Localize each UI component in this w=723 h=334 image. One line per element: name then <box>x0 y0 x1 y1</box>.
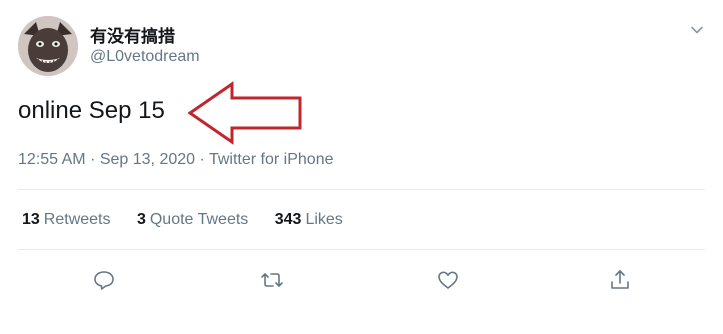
quote-tweets-stat[interactable]: 3 Quote Tweets <box>137 211 248 228</box>
chevron-down-icon[interactable] <box>689 22 705 38</box>
avatar[interactable] <box>18 16 78 76</box>
retweets-label: Retweets <box>43 211 111 228</box>
likes-label: Likes <box>305 211 343 228</box>
tweet-stats: 13 Retweets 3 Quote Tweets 343 Likes <box>22 211 365 229</box>
quote-tweets-label: Quote Tweets <box>149 211 249 228</box>
divider <box>18 189 705 190</box>
meta-separator: · <box>199 151 209 168</box>
like-button[interactable] <box>434 266 462 294</box>
avatar-image <box>18 16 78 76</box>
divider <box>18 249 705 250</box>
retweets-stat[interactable]: 13 Retweets <box>22 211 111 228</box>
tweet-card: 有没有搞措 @L0vetodream online Sep 15 12:55 A… <box>0 0 723 334</box>
user-handle[interactable]: @L0vetodream <box>90 48 200 66</box>
share-icon <box>611 270 629 289</box>
reply-icon <box>94 271 114 290</box>
retweets-count: 13 <box>22 211 40 228</box>
reply-button[interactable] <box>90 266 118 294</box>
heart-icon <box>438 271 458 289</box>
quote-tweets-count: 3 <box>136 211 146 228</box>
tweet-meta: 12:55 AM · Sep 13, 2020 · Twitter for iP… <box>18 151 333 169</box>
likes-stat[interactable]: 343 Likes <box>275 211 343 228</box>
tweet-date[interactable]: Sep 13, 2020 <box>100 151 195 168</box>
tweet-text: online Sep 15 <box>18 97 165 124</box>
retweet-icon <box>261 273 283 287</box>
tweet-source[interactable]: Twitter for iPhone <box>209 151 334 168</box>
annotation-arrow-icon <box>186 78 304 148</box>
share-button[interactable] <box>606 266 634 294</box>
retweet-button[interactable] <box>258 266 286 294</box>
display-name[interactable]: 有没有搞措 <box>90 22 175 47</box>
meta-separator: · <box>90 151 100 168</box>
likes-count: 343 <box>274 211 302 228</box>
tweet-time[interactable]: 12:55 AM <box>18 151 86 168</box>
